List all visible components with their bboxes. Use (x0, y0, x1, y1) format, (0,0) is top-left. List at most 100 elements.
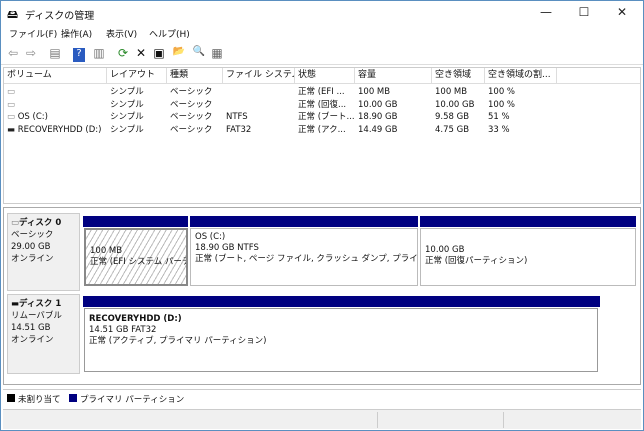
cell-pct[interactable]: 100 % (485, 99, 515, 111)
cell-free[interactable]: 9.58 GB (432, 111, 469, 123)
legend-unallocated: 未割り当て (18, 395, 61, 405)
disk-kind: リムーバブル (11, 311, 62, 321)
column-header-free-percent[interactable]: 空き領域の割... (485, 68, 557, 84)
disk-management-window: 🖴 ディスクの管理 — ☐ ✕ ファイル(F) 操作(A) 表示(V) ヘルプ(… (0, 0, 644, 431)
show-action-pane-icon[interactable]: ▥ (91, 46, 107, 60)
cell-pct[interactable]: 100 % (485, 86, 515, 98)
partition-name: RECOVERYHDD (D:) (89, 314, 182, 324)
minimize-button[interactable]: — (531, 5, 561, 19)
maximize-button[interactable]: ☐ (569, 5, 599, 19)
properties-icon[interactable]: ▣ (151, 46, 167, 60)
menu-action[interactable]: 操作(A) (61, 27, 92, 40)
cell-capacity[interactable]: 14.49 GB (355, 124, 397, 136)
cell-volume[interactable]: ▭ OS (C:) (4, 111, 48, 123)
menu-file[interactable]: ファイル(F) (9, 27, 57, 40)
cell-fs[interactable]: FAT32 (223, 124, 251, 136)
cell-type[interactable]: ベーシック (167, 111, 212, 123)
cell-fs[interactable] (223, 99, 226, 111)
partition-size: 18.90 GB NTFS (195, 243, 259, 253)
partition-size: 10.00 GB (425, 245, 465, 255)
disk-size: 14.51 GB (11, 323, 51, 333)
disk-state: オンライン (11, 254, 54, 264)
volume-icon: ▭ (7, 112, 18, 122)
open-folder-icon[interactable]: 📂 (171, 46, 187, 57)
volume-list: ボリューム レイアウト 種類 ファイル システム 状態 容量 空き領域 空き領域… (3, 67, 641, 204)
column-header-volume[interactable]: ボリューム (4, 68, 107, 84)
partition-recovery[interactable]: 10.00 GB 正常 (回復パーティション) (420, 228, 636, 286)
column-header-capacity[interactable]: 容量 (355, 68, 432, 84)
window-title: ディスクの管理 (25, 11, 95, 22)
partition-size: 100 MB (90, 246, 123, 256)
cell-fs[interactable] (223, 86, 226, 98)
cell-status[interactable]: 正常 (アク... (295, 124, 346, 136)
explore-icon[interactable]: 🔍 (191, 46, 207, 57)
cell-capacity[interactable]: 100 MB (355, 86, 390, 98)
cell-status[interactable]: 正常 (EFI ... (295, 86, 345, 98)
partition-status: 正常 (アクティブ, プライマリ パーティション) (89, 336, 267, 346)
cell-volume[interactable]: ▭ (4, 86, 15, 98)
partition-bar (190, 216, 418, 227)
volume-name: OS (C:) (17, 112, 48, 122)
cell-fs[interactable]: NTFS (223, 111, 248, 123)
column-header-free[interactable]: 空き領域 (432, 68, 485, 84)
cell-type[interactable]: ベーシック (167, 99, 212, 111)
cell-pct[interactable]: 33 % (485, 124, 510, 136)
cell-layout[interactable]: シンプル (107, 86, 144, 98)
settings-icon[interactable]: ▦ (209, 46, 225, 60)
removable-volume-icon: ▬ (7, 124, 18, 135)
column-header-filesystem[interactable]: ファイル システム (223, 68, 295, 84)
partition-recoveryhdd-d[interactable]: RECOVERYHDD (D:) 14.51 GB FAT32 正常 (アクティ… (84, 308, 598, 372)
column-header-empty (557, 68, 640, 84)
status-bar (3, 409, 641, 429)
partition-efi[interactable]: 100 MB 正常 (EFI システム パーティ (84, 228, 188, 286)
cell-free[interactable]: 10.00 GB (432, 99, 474, 111)
forward-icon[interactable]: ⇨ (23, 46, 39, 60)
cell-capacity[interactable]: 10.00 GB (355, 99, 397, 111)
status-divider (377, 412, 378, 428)
column-header-type[interactable]: 種類 (167, 68, 223, 84)
disk-1-label[interactable]: ▬ディスク 1 リムーバブル 14.51 GB オンライン (7, 294, 80, 374)
cell-layout[interactable]: シンプル (107, 124, 144, 136)
close-button[interactable]: ✕ (607, 5, 637, 19)
disk-name: ディスク 0 (19, 218, 62, 228)
cell-free[interactable]: 100 MB (432, 86, 467, 98)
partition-bar (83, 296, 600, 307)
disk-name: ディスク 1 (19, 299, 62, 309)
status-divider (503, 412, 504, 428)
help-icon[interactable]: ? (73, 48, 85, 62)
disk-graphical-view: ▭ディスク 0 ベーシック 29.00 GB オンライン 100 MB 正常 (… (3, 207, 641, 385)
cell-volume[interactable]: ▭ (4, 99, 15, 111)
cell-layout[interactable]: シンプル (107, 111, 144, 123)
delete-icon[interactable]: ✕ (133, 46, 149, 60)
cell-status[interactable]: 正常 (回復... (295, 99, 346, 111)
cell-layout[interactable]: シンプル (107, 99, 144, 111)
disk-size: 29.00 GB (11, 242, 51, 252)
cell-free[interactable]: 4.75 GB (432, 124, 469, 136)
cell-type[interactable]: ベーシック (167, 124, 212, 136)
cell-pct[interactable]: 51 % (485, 111, 510, 123)
cell-capacity[interactable]: 18.90 GB (355, 111, 397, 123)
partition-status: 正常 (ブート, ページ ファイル, クラッシュ ダンプ, プライマリ パー (195, 254, 418, 264)
cell-status[interactable]: 正常 (ブート... (295, 111, 355, 123)
back-icon[interactable]: ⇦ (5, 46, 21, 60)
cell-type[interactable]: ベーシック (167, 86, 212, 98)
partition-status: 正常 (回復パーティション) (425, 256, 528, 266)
show-hide-console-tree-icon[interactable]: ▤ (47, 46, 63, 60)
partition-os-c[interactable]: OS (C:) 18.90 GB NTFS 正常 (ブート, ページ ファイル,… (190, 228, 418, 286)
volume-icon: ▭ (7, 99, 16, 110)
legend: 未割り当て プライマリ パーティション (3, 389, 641, 407)
refresh-icon[interactable]: ⟳ (115, 46, 131, 60)
volume-name: RECOVERYHDD (D:) (17, 124, 102, 135)
cell-volume[interactable]: ▬ RECOVERYHDD (D:) (4, 124, 101, 136)
menu-bar: ファイル(F) 操作(A) 表示(V) ヘルプ(H) (1, 27, 643, 43)
column-header-status[interactable]: 状態 (295, 68, 355, 84)
menu-help[interactable]: ヘルプ(H) (149, 27, 190, 40)
column-header-layout[interactable]: レイアウト (107, 68, 167, 84)
disk-0-label[interactable]: ▭ディスク 0 ベーシック 29.00 GB オンライン (7, 213, 80, 291)
disk-management-icon: 🖴 (7, 8, 19, 21)
menu-view[interactable]: 表示(V) (106, 27, 137, 40)
legend-swatch-primary (69, 394, 77, 402)
partition-status: 正常 (EFI システム パーティ (90, 257, 188, 267)
partition-size: 14.51 GB FAT32 (89, 325, 157, 335)
partition-bar (83, 216, 188, 227)
